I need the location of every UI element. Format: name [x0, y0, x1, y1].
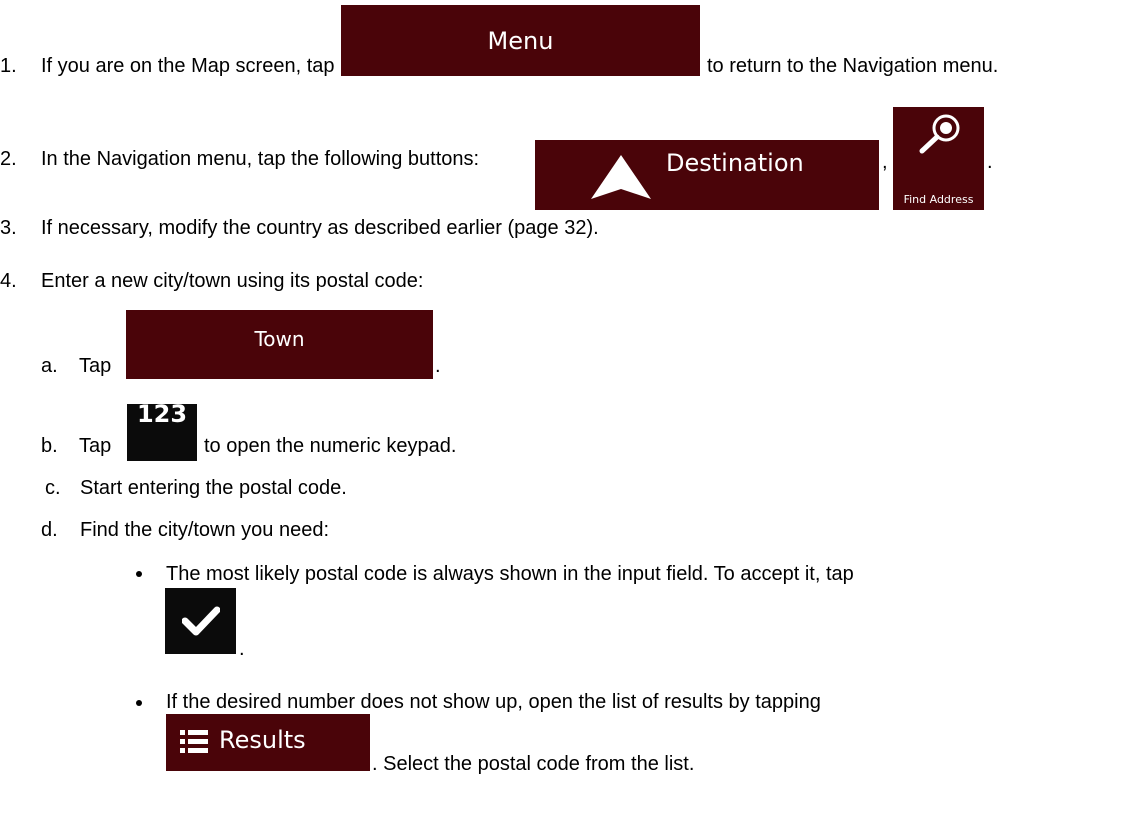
substep-c-letter: c. — [45, 477, 61, 499]
step-3-number: 3. — [0, 217, 17, 239]
step-2-number: 2. — [0, 148, 17, 170]
substep-a-period: . — [435, 355, 441, 377]
substep-d-letter: d. — [41, 519, 58, 541]
substep-c-text: Start entering the postal code. — [80, 477, 347, 499]
destination-button-label: Destination — [666, 149, 804, 177]
step-2-comma: , — [882, 151, 888, 173]
find-address-button-label: Find Address — [903, 193, 974, 206]
bullet-2-text-end: . Select the postal code from the list. — [372, 753, 695, 775]
substep-b-letter: b. — [41, 435, 58, 457]
town-button-label: Town — [254, 327, 305, 351]
substep-d-text: Find the city/town you need: — [80, 519, 330, 541]
bullet-1-text: The most likely postal code is always sh… — [166, 563, 854, 585]
find-address-button[interactable]: Find Address — [893, 107, 984, 210]
destination-button[interactable]: Destination — [535, 140, 879, 210]
town-button[interactable]: Town — [126, 310, 433, 379]
step-4-number: 4. — [0, 270, 17, 292]
results-button-label: Results — [219, 726, 306, 754]
numeric-keypad-button-label: 123 — [136, 400, 188, 428]
menu-button[interactable]: Menu — [341, 5, 700, 76]
step-1-number: 1. — [0, 55, 17, 77]
step-2-text: In the Navigation menu, tap the followin… — [41, 148, 480, 170]
step-2-period: . — [987, 151, 993, 173]
step-3-text: If necessary, modify the country as desc… — [41, 217, 599, 239]
step-1-text: If you are on the Map screen, tap — [41, 55, 335, 77]
results-button[interactable]: Results — [166, 714, 370, 771]
step-1-text-end: to return to the Navigation menu. — [707, 55, 999, 77]
navigation-arrow-icon — [589, 153, 653, 206]
bullet-2-marker — [136, 700, 142, 706]
magnifier-icon — [918, 112, 962, 159]
bullet-1-marker — [136, 571, 142, 577]
substep-b-text: Tap — [79, 435, 112, 457]
substep-a-text: Tap — [79, 355, 112, 377]
menu-button-label: Menu — [487, 27, 554, 55]
substep-a-letter: a. — [41, 355, 58, 377]
bullet-2-text: If the desired number does not show up, … — [166, 691, 821, 713]
checkmark-icon — [181, 606, 221, 642]
numeric-keypad-button[interactable]: 123 — [127, 400, 197, 461]
list-icon — [180, 729, 208, 758]
accept-button[interactable] — [165, 588, 236, 654]
substep-b-text-end: to open the numeric keypad. — [204, 435, 457, 457]
step-4-text: Enter a new city/town using its postal c… — [41, 270, 424, 292]
bullet-1-period: . — [239, 638, 245, 660]
